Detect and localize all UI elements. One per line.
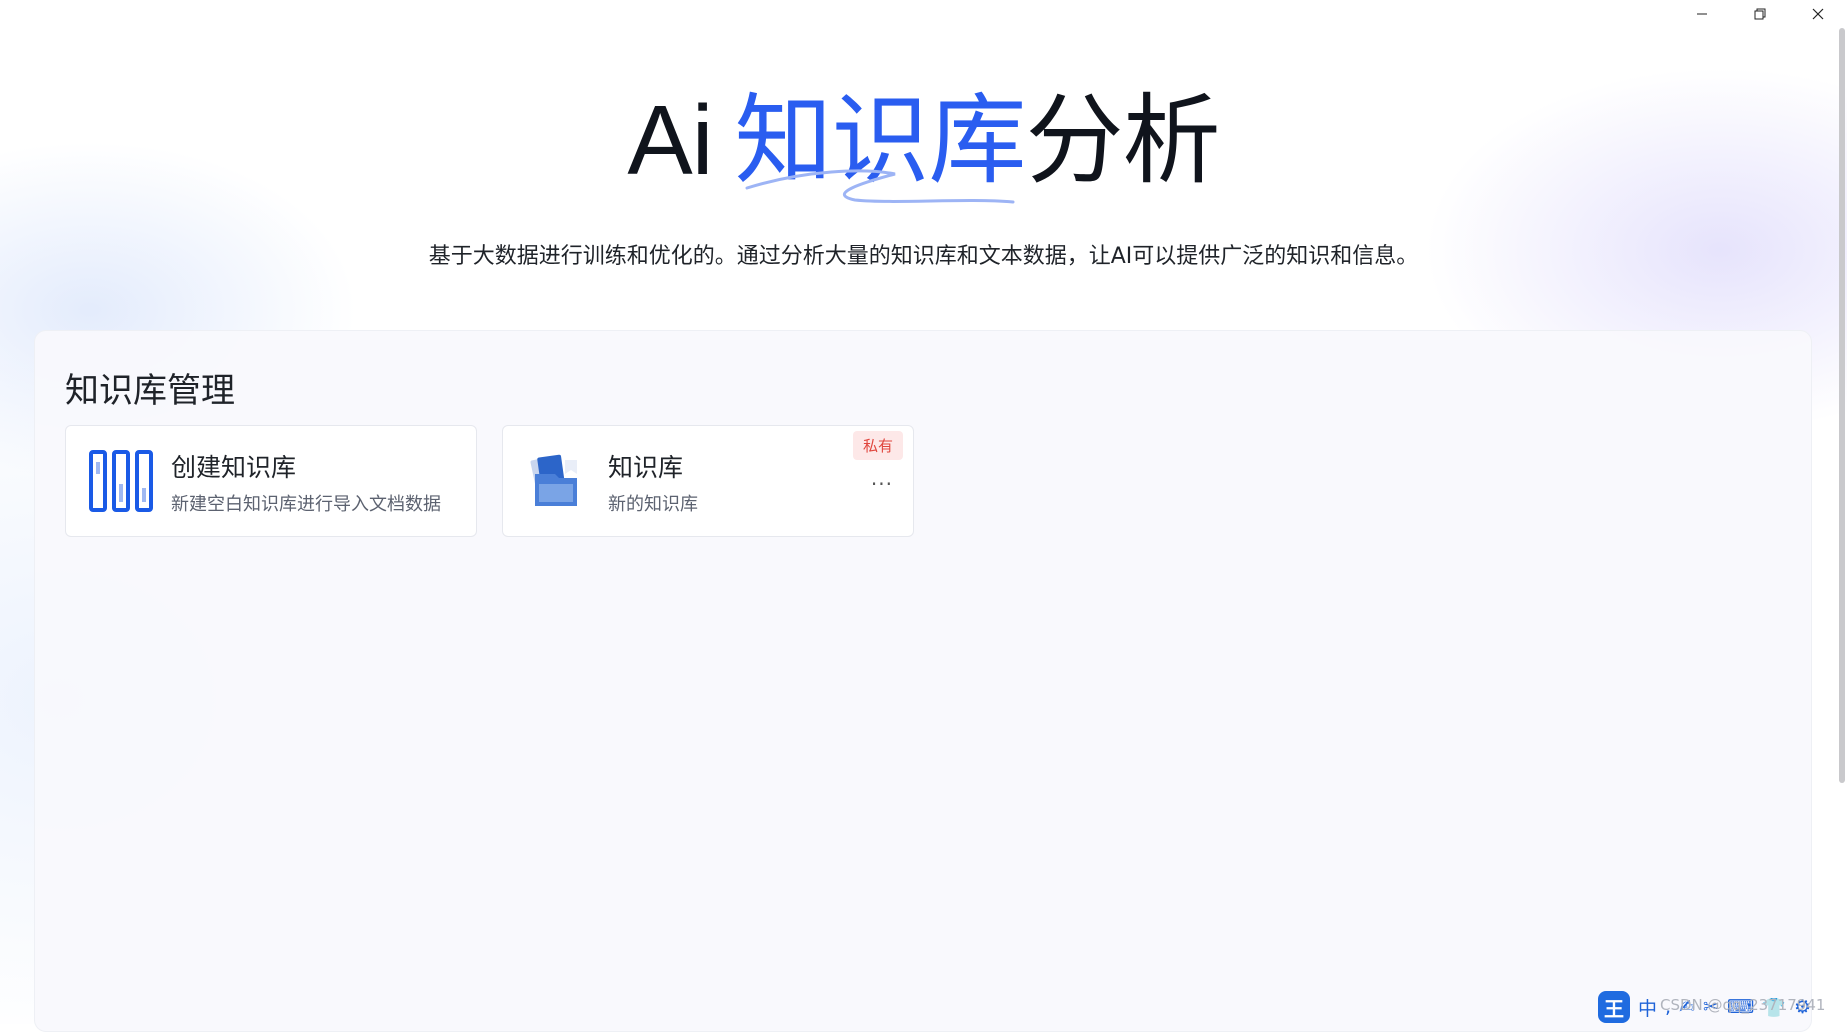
hero-subtitle: 基于大数据进行训练和优化的。通过分析大量的知识库和文本数据，让AI可以提供广泛的… (428, 244, 1419, 269)
section-title: 知识库管理 (65, 371, 235, 411)
window-controls (1673, 0, 1847, 28)
hero-title-suffix: 分析 (1025, 85, 1221, 195)
hero-title-prefix: Ai (627, 85, 713, 195)
ime-logo-icon[interactable]: 王 (1598, 991, 1630, 1023)
card-title: 知识库 (608, 453, 684, 482)
knowledge-base-card[interactable]: 知识库 新的知识库 私有 ... (502, 425, 914, 537)
restore-button[interactable] (1731, 0, 1789, 28)
private-badge: 私有 (852, 431, 903, 460)
folder-documents-icon (530, 454, 577, 506)
minimize-icon (1697, 13, 1707, 15)
scrollbar-thumb[interactable] (1839, 28, 1845, 783)
vertical-scrollbar[interactable] (1837, 28, 1847, 783)
create-knowledge-base-card[interactable]: 创建知识库 新建空白知识库进行导入文档数据 (65, 425, 477, 537)
card-title: 创建知识库 (171, 453, 297, 482)
restore-icon (1754, 8, 1766, 20)
card-description: 新建空白知识库进行导入文档数据 (171, 494, 441, 515)
more-options-button[interactable]: ... (871, 466, 893, 490)
title-underline-swoosh (745, 169, 1015, 204)
card-description: 新的知识库 (608, 494, 698, 515)
minimize-button[interactable] (1673, 0, 1731, 28)
close-button[interactable] (1789, 0, 1847, 28)
ime-mode-toggle[interactable]: 中 (1638, 994, 1657, 1021)
close-icon (1812, 8, 1824, 20)
knowledge-base-panel: 知识库管理 创建知识库 新建空白知识库进行导入文档数据 知识库 新的知识库 私有… (34, 330, 1812, 1032)
watermark-text: CSDN @qq_23717941 (1660, 996, 1826, 1014)
library-columns-icon (89, 450, 153, 512)
